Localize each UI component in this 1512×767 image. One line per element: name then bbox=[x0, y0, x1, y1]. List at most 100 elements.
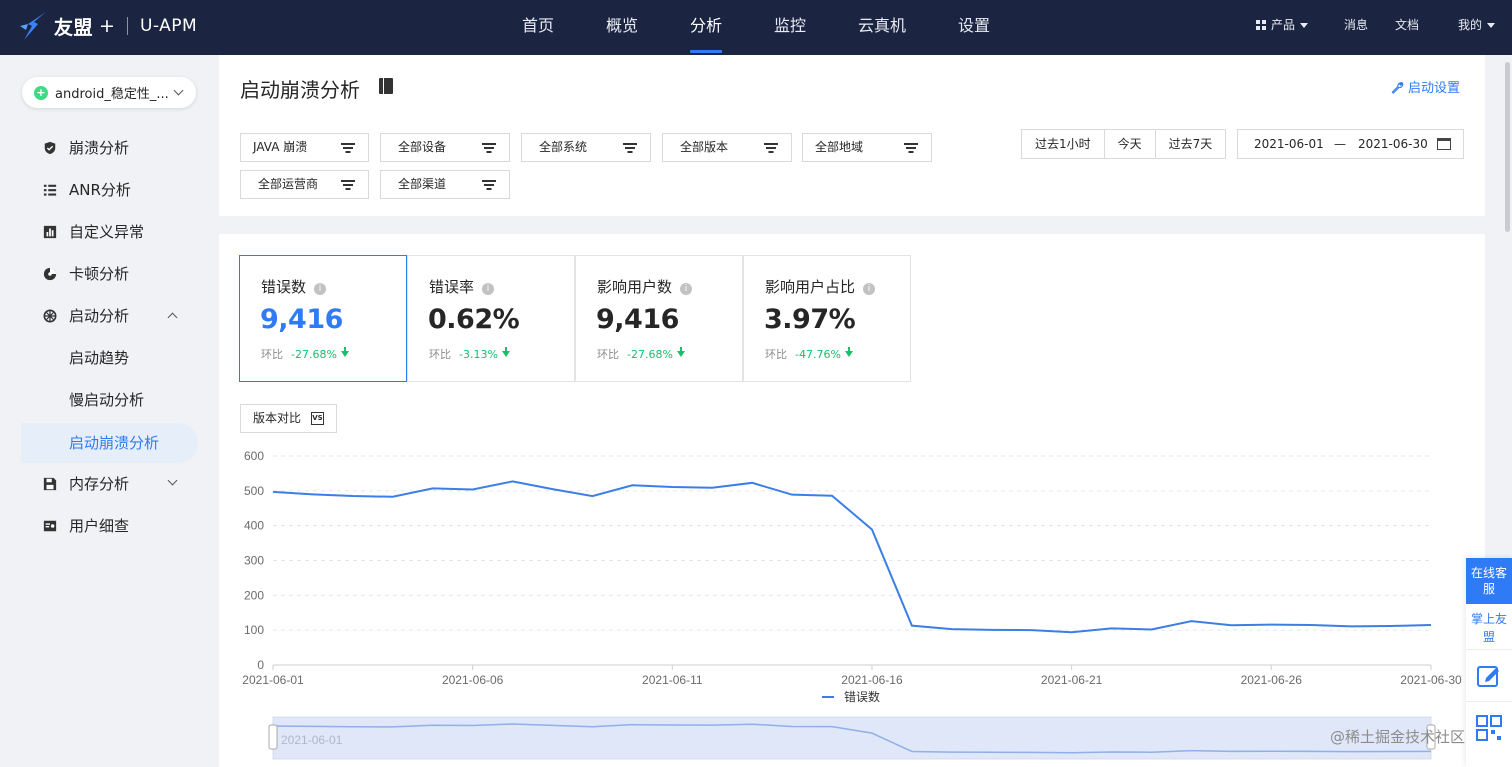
caret-down-icon bbox=[1487, 23, 1496, 28]
android-app-icon: + bbox=[34, 85, 48, 100]
sidebar: + android_稳定性_... 崩溃分析 ANR分析 自定义异常 卡顿分析 … bbox=[0, 55, 200, 767]
id-card-icon bbox=[43, 520, 57, 532]
zoom-range bbox=[272, 716, 1432, 760]
nav-settings[interactable]: 设置 bbox=[954, 0, 994, 55]
launch-settings-label: 启动设置 bbox=[1408, 81, 1461, 96]
nav-home[interactable]: 首页 bbox=[518, 0, 558, 55]
metric-affected-user-ratio[interactable]: 影响用户占比 i 3.97% 环比 -47.76% bbox=[743, 255, 911, 382]
sidebar-item-memory[interactable]: 内存分析 bbox=[0, 465, 200, 503]
messages-link[interactable]: 消息 bbox=[1344, 0, 1368, 55]
x-tick-label: 2021-06-06 bbox=[442, 673, 504, 687]
brand-logo[interactable]: 友盟 + U-APM bbox=[18, 10, 197, 42]
time-last-hour-button[interactable]: 过去1小时 bbox=[1022, 130, 1105, 158]
filter-icon bbox=[904, 143, 918, 153]
watermark: @稀土掘金技术社区 bbox=[1330, 728, 1466, 746]
metric-label: 影响用户数 bbox=[597, 278, 673, 296]
x-tick-label: 2021-06-16 bbox=[841, 673, 903, 687]
sidebar-item-label: 内存分析 bbox=[69, 475, 130, 493]
qrcode-button[interactable] bbox=[1466, 702, 1512, 754]
chevron-up-icon bbox=[167, 312, 178, 323]
nav-cloud-device[interactable]: 云真机 bbox=[854, 0, 910, 55]
app-selector-label: android_稳定性_... bbox=[55, 87, 169, 102]
y-tick-label: 400 bbox=[244, 519, 264, 533]
user-menu-label: 我的 bbox=[1458, 18, 1483, 32]
brand-plus: + bbox=[99, 15, 115, 37]
umeng-logo-icon bbox=[20, 12, 46, 40]
sidebar-item-stutter[interactable]: 卡顿分析 bbox=[0, 255, 200, 293]
info-icon[interactable]: i bbox=[680, 283, 693, 295]
info-icon[interactable]: i bbox=[314, 283, 327, 295]
metric-label: 影响用户占比 bbox=[765, 278, 856, 296]
filter-region[interactable]: 全部地域 bbox=[802, 133, 932, 162]
chevron-down-icon bbox=[173, 85, 184, 96]
metric-error-rate[interactable]: 错误率 i 0.62% 环比 -3.13% bbox=[407, 255, 575, 382]
x-tick-label: 2021-06-11 bbox=[642, 673, 703, 687]
nav-analysis[interactable]: 分析 bbox=[686, 0, 726, 55]
metric-value: 3.97% bbox=[764, 304, 856, 335]
sidebar-item-user-lookup[interactable]: 用户细查 bbox=[0, 507, 200, 545]
launch-settings-link[interactable]: 启动设置 bbox=[1391, 77, 1460, 96]
nav-overview[interactable]: 概览 bbox=[602, 0, 642, 55]
sidebar-item-launch[interactable]: 启动分析 bbox=[0, 297, 200, 335]
x-tick-label: 2021-06-01 bbox=[242, 673, 304, 687]
filter-carrier[interactable]: 全部运营商 bbox=[240, 170, 369, 199]
page-scrollbar[interactable] bbox=[1505, 62, 1510, 232]
save-icon bbox=[43, 477, 57, 491]
metric-value: 9,416 bbox=[260, 304, 343, 335]
info-icon[interactable]: i bbox=[482, 283, 495, 295]
time-today-button[interactable]: 今天 bbox=[1105, 130, 1156, 158]
qrcode-icon bbox=[1476, 715, 1502, 741]
nav-monitor[interactable]: 监控 bbox=[770, 0, 810, 55]
version-compare-button[interactable]: 版本对比 VS bbox=[240, 404, 337, 433]
filter-os[interactable]: 全部系统 bbox=[521, 133, 651, 162]
filter-channel[interactable]: 全部渠道 bbox=[380, 170, 510, 199]
metric-delta: -3.13% bbox=[459, 348, 498, 361]
mobile-app-button[interactable]: 掌上友盟 bbox=[1466, 604, 1512, 650]
info-icon[interactable]: i bbox=[863, 283, 876, 295]
floating-service-panel: 在线客服 掌上友盟 bbox=[1466, 558, 1512, 767]
legend-label: 错误数 bbox=[844, 689, 880, 704]
metric-delta: -47.76% bbox=[795, 348, 841, 361]
sidebar-item-label: ANR分析 bbox=[69, 181, 131, 199]
brand-name: 友盟 bbox=[54, 16, 94, 39]
sidebar-item-label: 启动趋势 bbox=[69, 349, 130, 367]
date-start: 2021-06-01 bbox=[1254, 137, 1324, 151]
sidebar-item-anr[interactable]: ANR分析 bbox=[0, 171, 200, 209]
sidebar-item-crash[interactable]: 崩溃分析 bbox=[0, 129, 200, 167]
time-last-7-days-button[interactable]: 过去7天 bbox=[1156, 130, 1226, 158]
product-name: U-APM bbox=[139, 16, 198, 36]
products-label: 产品 bbox=[1271, 18, 1296, 32]
filter-version[interactable]: 全部版本 bbox=[662, 133, 792, 162]
filter-crash-type[interactable]: JAVA 崩溃 bbox=[240, 133, 369, 162]
sidebar-item-launch-crash[interactable]: 启动崩溃分析 bbox=[21, 423, 198, 463]
series-line-error-count bbox=[272, 480, 1432, 634]
version-compare-label: 版本对比 bbox=[253, 411, 302, 425]
y-tick-label: 200 bbox=[244, 588, 264, 602]
app-selector[interactable]: + android_稳定性_... bbox=[22, 77, 196, 108]
sidebar-item-launch-trend[interactable]: 启动趋势 bbox=[0, 339, 200, 377]
products-menu[interactable]: 产品 bbox=[1256, 0, 1309, 55]
arrow-down-icon bbox=[340, 347, 349, 357]
y-tick-label: 600 bbox=[244, 449, 264, 463]
filter-label: 全部运营商 bbox=[258, 177, 319, 191]
date-range-picker[interactable]: 2021-06-01 — 2021-06-30 bbox=[1237, 129, 1464, 159]
feedback-button[interactable] bbox=[1466, 650, 1512, 702]
sidebar-item-label: 启动崩溃分析 bbox=[69, 434, 160, 452]
sidebar-item-custom-exception[interactable]: 自定义异常 bbox=[0, 213, 200, 251]
arrow-down-icon bbox=[501, 347, 510, 357]
user-menu[interactable]: 我的 bbox=[1458, 0, 1496, 55]
online-service-button[interactable]: 在线客服 bbox=[1466, 558, 1512, 604]
time-quick-select: 过去1小时 今天 过去7天 bbox=[1021, 129, 1227, 159]
metric-affected-users[interactable]: 影响用户数 i 9,416 环比 -27.68% bbox=[575, 255, 743, 382]
book-icon[interactable] bbox=[379, 78, 393, 94]
metric-label: 错误率 bbox=[429, 278, 475, 296]
arrow-down-icon bbox=[844, 347, 853, 357]
docs-link[interactable]: 文档 bbox=[1395, 0, 1419, 55]
caret-down-icon bbox=[1300, 23, 1309, 28]
metric-delta: -27.68% bbox=[627, 348, 673, 361]
filter-device[interactable]: 全部设备 bbox=[380, 133, 510, 162]
sidebar-item-label: 崩溃分析 bbox=[69, 139, 130, 157]
metric-error-count[interactable]: 错误数 i 9,416 环比 -27.68% bbox=[239, 255, 407, 382]
metric-label: 错误数 bbox=[261, 278, 307, 296]
sidebar-item-slow-launch[interactable]: 慢启动分析 bbox=[0, 381, 200, 419]
